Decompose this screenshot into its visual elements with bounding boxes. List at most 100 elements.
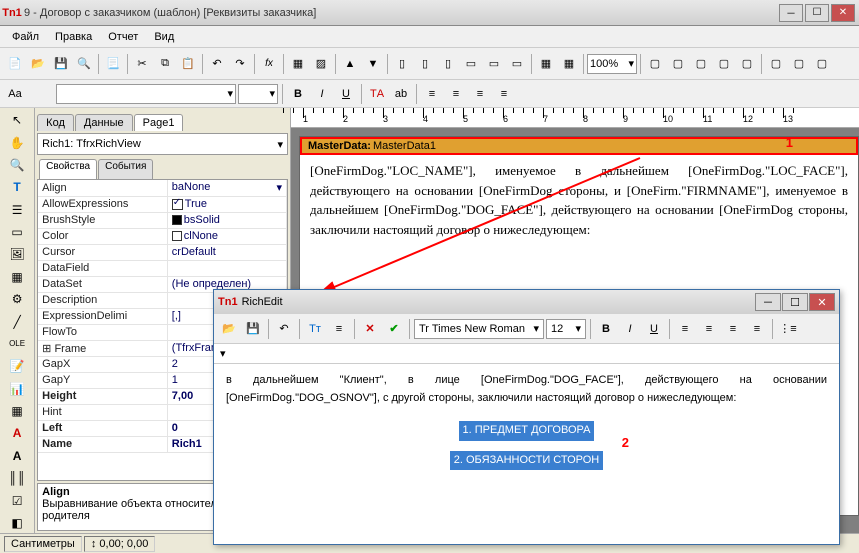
close-button[interactable]: ✕ [831,4,855,22]
underline-button[interactable]: U [335,83,357,105]
re-open-icon[interactable]: 📂 [218,318,240,340]
maximize-button[interactable]: ☐ [805,4,829,22]
rich-object-body[interactable]: [OneFirmDog."LOC_NAME"], именуемое в дал… [300,155,858,245]
prop-row[interactable]: AlignbaNone▾ [38,180,286,196]
fontcolor-icon[interactable]: TA [366,83,388,105]
tb-extra7[interactable]: ▢ [788,53,810,75]
highlight-icon[interactable]: ab [390,83,412,105]
ole-tool[interactable]: OLE [6,334,28,354]
copy-icon[interactable]: ⧉ [154,53,176,75]
menu-file[interactable]: Файл [4,29,47,45]
re-font-select[interactable]: Tr Times New Roman▾ [414,319,544,339]
cut-icon[interactable]: ✂ [131,53,153,75]
richedit-max-button[interactable]: ☐ [782,293,808,311]
tab-code[interactable]: Код [37,114,74,131]
align-b-icon[interactable]: ▭ [506,53,528,75]
select-tool[interactable]: ↖ [6,110,28,130]
paste-icon[interactable]: 📋 [177,53,199,75]
snap-icon[interactable]: ▦ [558,53,580,75]
tb-extra3[interactable]: ▢ [690,53,712,75]
bold-button[interactable]: B [287,83,309,105]
align-right-icon[interactable]: ≡ [469,83,491,105]
barcode-tool[interactable]: ║║ [6,468,28,488]
tb-extra6[interactable]: ▢ [765,53,787,75]
prop-row[interactable]: BrushStylebsSolid [38,212,286,228]
italic-button[interactable]: I [311,83,333,105]
tab-events[interactable]: События [98,159,153,179]
system-tool[interactable]: ⚙ [6,289,28,309]
undo-icon[interactable]: ↶ [206,53,228,75]
style-icon[interactable]: Aa [4,83,26,105]
front-icon[interactable]: ▲ [339,53,361,75]
re-align-center[interactable]: ≡ [698,318,720,340]
align-c-icon[interactable]: ▯ [414,53,436,75]
align-left-icon[interactable]: ≡ [421,83,443,105]
save-icon[interactable]: 💾 [50,53,72,75]
richedit-body[interactable]: в дальнейшем "Клиент", в лице [OneFirmDo… [214,364,839,544]
line-tool[interactable]: ╱ [6,311,28,331]
object-selector[interactable]: Rich1: TfrxRichView ▾ [37,133,288,155]
align-m-icon[interactable]: ▭ [483,53,505,75]
tb-extra8[interactable]: ▢ [811,53,833,75]
picture-tool[interactable]: 🖼 [6,244,28,264]
zoom-select[interactable]: 100%▾ [587,54,637,74]
band-tool[interactable]: ▭ [6,222,28,242]
prop-row[interactable]: DataField [38,260,286,276]
prop-row[interactable]: ColorclNone [38,228,286,244]
preview-icon[interactable]: 🔍 [73,53,95,75]
font-select[interactable]: ▾ [56,84,236,104]
richedit-min-button[interactable]: － [755,293,781,311]
page-icon[interactable]: 📃 [102,53,124,75]
a-red-tool[interactable]: A [6,423,28,443]
re-bold-button[interactable]: B [595,318,617,340]
align-l-icon[interactable]: ▯ [391,53,413,75]
re-ok-button[interactable]: ✔ [383,318,405,340]
open-icon[interactable]: 📂 [27,53,49,75]
richedit-dialog[interactable]: Tn1 RichEdit － ☐ ✕ 📂 💾 ↶ Tт ≡ ✕ ✔ Tr Tim… [213,289,840,545]
re-expr-icon[interactable]: ≡ [328,318,350,340]
re-save-icon[interactable]: 💾 [242,318,264,340]
re-align-left[interactable]: ≡ [674,318,696,340]
re-align-right[interactable]: ≡ [722,318,744,340]
redo-icon[interactable]: ↷ [229,53,251,75]
tb-extra2[interactable]: ▢ [667,53,689,75]
re-undo-icon[interactable]: ↶ [273,318,295,340]
tb-extra1[interactable]: ▢ [644,53,666,75]
prop-row[interactable]: CursorcrDefault [38,244,286,260]
hand-tool[interactable]: ✋ [6,132,28,152]
format-tool[interactable]: ☰ [6,200,28,220]
cross-tool[interactable]: ▦ [6,401,28,421]
richedit-close-button[interactable]: ✕ [809,293,835,311]
chart-tool[interactable]: 📊 [6,379,28,399]
menu-report[interactable]: Отчет [100,29,146,45]
re-cancel-button[interactable]: ✕ [359,318,381,340]
new-icon[interactable]: 📄 [4,53,26,75]
tab-page1[interactable]: Page1 [134,114,184,131]
a-black-tool[interactable]: A [6,446,28,466]
group-icon[interactable]: ▦ [287,53,309,75]
re-size-select[interactable]: 12▾ [546,319,586,339]
prop-row[interactable]: AllowExpressionsTrue [38,196,286,212]
ungroup-icon[interactable]: ▨ [310,53,332,75]
grid-icon[interactable]: ▦ [535,53,557,75]
tab-data[interactable]: Данные [75,114,133,131]
check-tool[interactable]: ☑ [6,490,28,510]
size-select[interactable]: ▾ [238,84,278,104]
fx-icon[interactable]: fx [258,53,280,75]
tb-extra5[interactable]: ▢ [736,53,758,75]
gradient-tool[interactable]: ◧ [6,513,28,533]
align-justify-icon[interactable]: ≡ [493,83,515,105]
rich-tool[interactable]: 📝 [6,356,28,376]
menu-edit[interactable]: Правка [47,29,100,45]
re-underline-button[interactable]: U [643,318,665,340]
align-t-icon[interactable]: ▭ [460,53,482,75]
re-font-icon[interactable]: Tт [304,318,326,340]
tb-extra4[interactable]: ▢ [713,53,735,75]
align-r-icon[interactable]: ▯ [437,53,459,75]
menu-view[interactable]: Вид [146,29,182,45]
subreport-tool[interactable]: ▦ [6,267,28,287]
minimize-button[interactable]: － [779,4,803,22]
re-bullets-icon[interactable]: ⋮≡ [777,318,799,340]
align-center-icon[interactable]: ≡ [445,83,467,105]
back-icon[interactable]: ▼ [362,53,384,75]
